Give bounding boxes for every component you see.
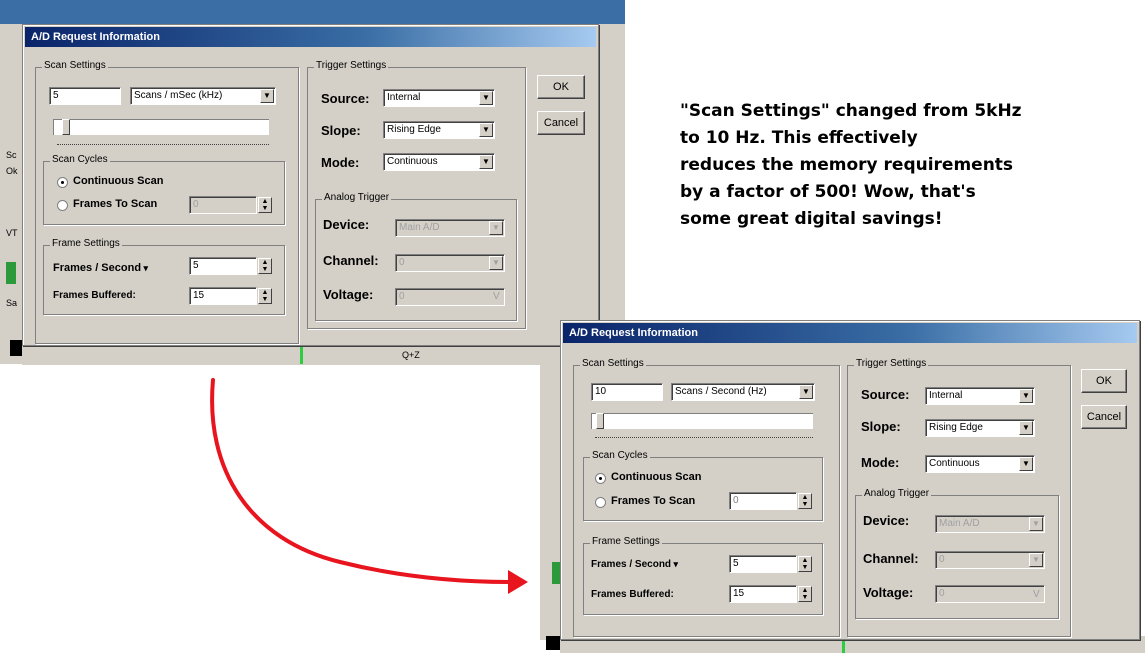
device-select[interactable]: Main A/D ▼ (935, 515, 1045, 533)
channel-label: Channel: (863, 551, 919, 566)
voltage-label: Voltage: (863, 585, 914, 600)
slider-thumb[interactable] (596, 413, 604, 429)
frame-settings-group: Frame Settings (583, 536, 823, 615)
scan-settings-title: Scan Settings (580, 358, 646, 369)
scan-cycles-title: Scan Cycles (590, 450, 650, 461)
channel-select[interactable]: 0 ▼ (935, 551, 1045, 569)
slope-label: Slope: (861, 419, 901, 434)
device-label: Device: (863, 513, 910, 528)
voltage-input[interactable]: 0 (935, 585, 1045, 603)
cancel-button[interactable]: Cancel (1081, 405, 1127, 429)
frames-buffered-label: Frames Buffered: (591, 589, 674, 600)
chevron-down-icon: ▼ (1029, 553, 1043, 567)
slope-select[interactable]: Rising Edge ▼ (925, 419, 1035, 437)
chevron-down-icon: ▼ (1029, 517, 1043, 531)
dialog-title: A/D Request Information (563, 323, 1137, 343)
frames-per-second-spinner[interactable]: ▲ ▼ (798, 556, 812, 572)
mode-label: Mode: (861, 455, 900, 470)
continuous-scan-label: Continuous Scan (611, 471, 702, 483)
scan-rate-slider[interactable] (591, 413, 813, 429)
scan-rate-input[interactable]: 10 (591, 383, 663, 401)
trigger-settings-title: Trigger Settings (854, 358, 929, 369)
frames-per-second-input[interactable]: 5 (729, 555, 797, 573)
source-select[interactable]: Internal ▼ (925, 387, 1035, 405)
frames-buffered-spinner[interactable]: ▲ ▼ (798, 586, 812, 602)
frames-to-scan-spinner[interactable]: ▲ ▼ (798, 493, 812, 509)
slider-ticks (595, 433, 813, 438)
chevron-down-icon: ▼ (1019, 457, 1033, 471)
voltage-unit: V (1033, 589, 1040, 600)
chevron-down-icon: ▼ (1019, 389, 1033, 403)
mode-select[interactable]: Continuous ▼ (925, 455, 1035, 473)
frames-to-scan-input[interactable]: 0 (729, 492, 797, 510)
frames-to-scan-label: Frames To Scan (611, 495, 696, 507)
continuous-scan-radio[interactable] (595, 473, 606, 484)
chevron-down-icon: ▼ (799, 385, 813, 399)
source-value: Internal (929, 390, 963, 401)
device-value: Main A/D (939, 518, 980, 529)
chevron-down-icon: ▼ (1019, 421, 1033, 435)
frames-to-scan-radio[interactable] (595, 497, 606, 508)
channel-value: 0 (939, 554, 945, 565)
analog-trigger-title: Analog Trigger (862, 488, 932, 499)
ad-request-dialog-after: A/D Request Information Scan Settings 10… (560, 320, 1140, 640)
mode-value: Continuous (929, 458, 980, 469)
scan-rate-unit-value: Scans / Second (Hz) (675, 386, 767, 397)
source-label: Source: (861, 387, 910, 402)
frames-buffered-input[interactable]: 15 (729, 585, 797, 603)
scan-rate-unit-select[interactable]: Scans / Second (Hz) ▼ (671, 383, 815, 401)
frames-per-second-dropdown-icon[interactable]: ▾ (671, 559, 679, 569)
frames-per-second-label: Frames / Second ▾ (591, 559, 679, 570)
frame-settings-title: Frame Settings (590, 536, 662, 547)
slope-value: Rising Edge (929, 422, 983, 433)
scan-cycles-group: Scan Cycles (583, 450, 823, 521)
ok-button[interactable]: OK (1081, 369, 1127, 393)
